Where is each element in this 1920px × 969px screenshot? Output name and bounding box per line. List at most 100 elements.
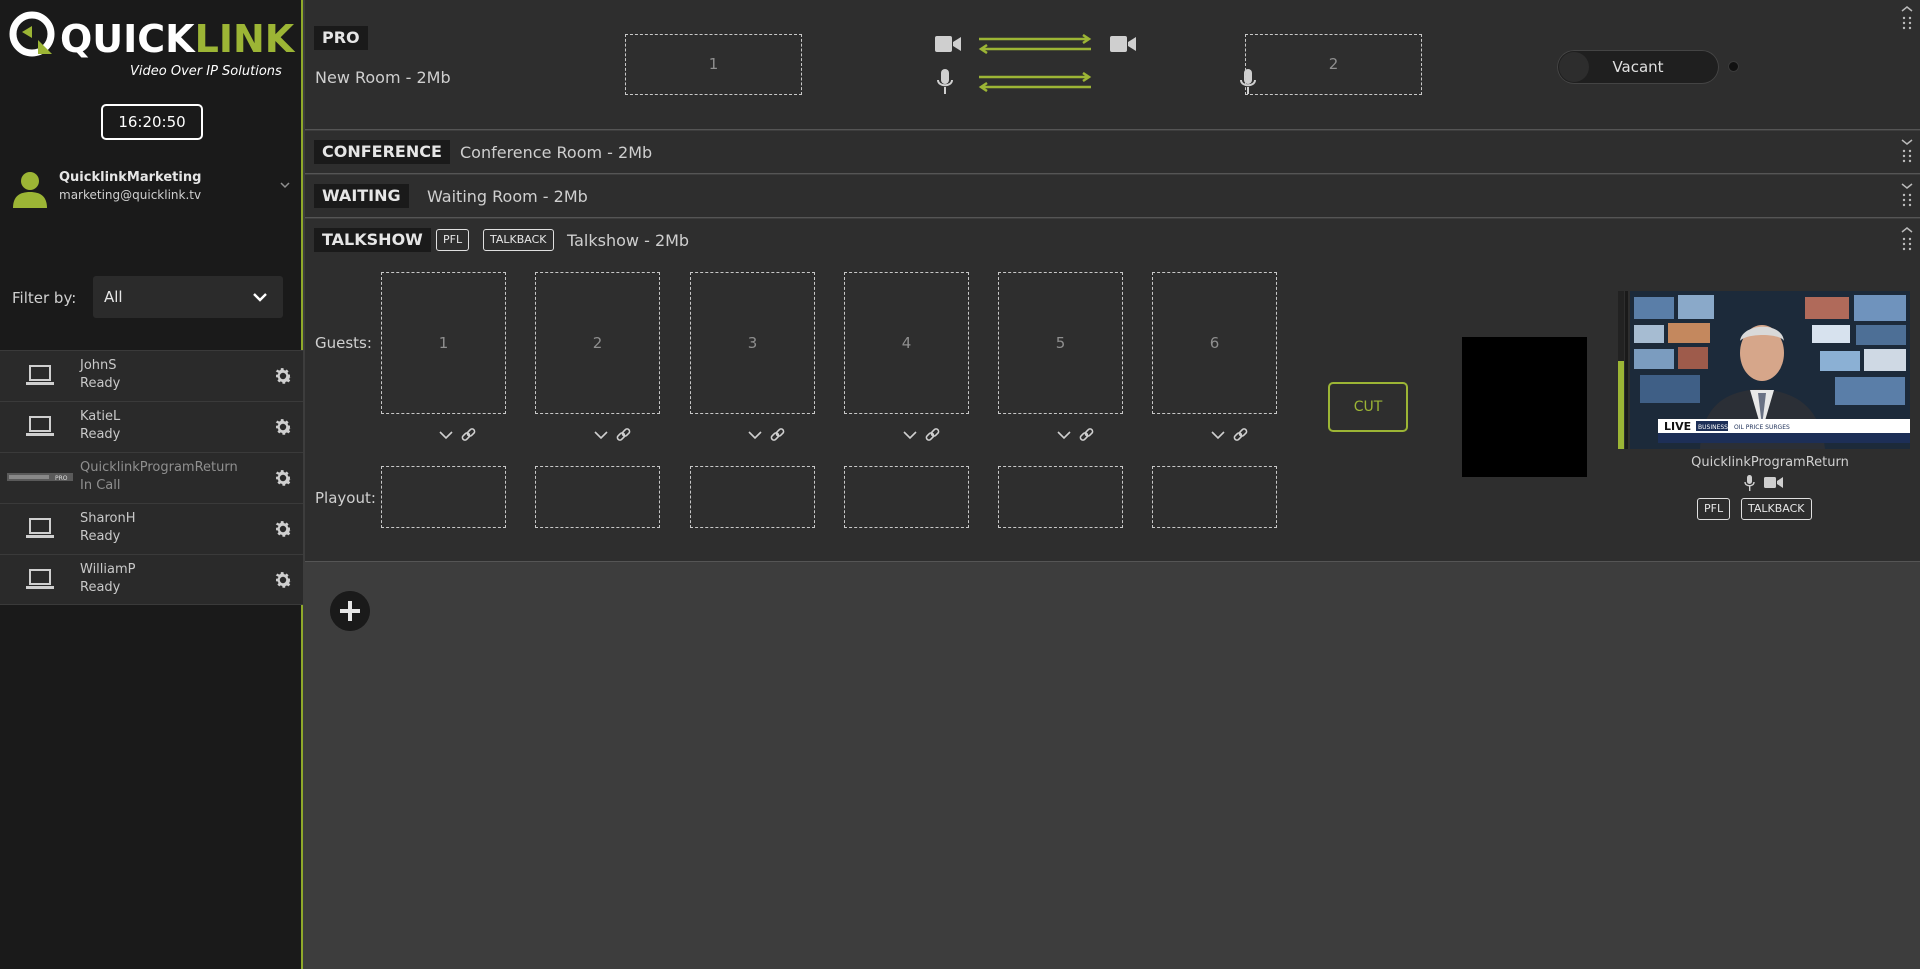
gear-icon[interactable] (272, 365, 294, 387)
program-return-video[interactable]: LIVE BUSINESS OIL PRICE SURGES (1630, 291, 1910, 449)
guest-slot-controls[interactable] (439, 427, 479, 445)
link-icon (1233, 428, 1248, 441)
preview-monitor (1462, 337, 1587, 477)
program-return-status-icons (1744, 475, 1783, 491)
sidebar: QUICKLINK Video Over IP Solutions 16:20:… (0, 0, 303, 969)
participant-name: QuicklinkProgramReturn (80, 460, 238, 475)
participant-list: JohnS Ready KatieL Ready PRO QuicklinkPr… (0, 350, 303, 605)
expand-drag-icon[interactable] (1900, 181, 1914, 209)
program-talkback-button[interactable]: TALKBACK (1741, 498, 1812, 520)
guest-slot-controls[interactable] (748, 427, 788, 445)
status-indicator (1728, 61, 1739, 72)
expand-drag-icon[interactable] (1900, 137, 1914, 165)
room-tag: WAITING (314, 184, 409, 208)
room-tag: CONFERENCE (314, 140, 450, 164)
user-avatar-icon (13, 172, 47, 208)
cut-button[interactable]: CUT (1328, 382, 1408, 432)
pro-device-icon: PRO (7, 473, 73, 482)
pfl-button[interactable]: PFL (436, 229, 470, 251)
playout-slot[interactable] (381, 466, 506, 528)
quicklink-logo: QUICKLINK Video Over IP Solutions (8, 8, 294, 79)
laptop-icon (26, 569, 54, 589)
collapse-drag-icon[interactable] (1900, 4, 1914, 32)
playout-slot[interactable] (998, 466, 1123, 528)
guest-slot-5[interactable]: 5 (998, 272, 1123, 414)
participant-row[interactable]: SharonH Ready (0, 503, 303, 554)
participant-name: SharonH (80, 511, 136, 526)
session-clock: 16:20:50 (101, 104, 203, 140)
toggle-label: Vacant (1612, 58, 1664, 76)
link-icon (616, 428, 631, 441)
guest-slot-3[interactable]: 3 (690, 272, 815, 414)
gear-icon[interactable] (272, 467, 294, 489)
quicklink-logo-mark-icon (9, 11, 55, 57)
participant-name: JohnS (80, 358, 117, 373)
participant-status: Ready (80, 427, 121, 442)
chevron-down-icon[interactable] (279, 179, 291, 191)
camera-icon (935, 36, 961, 52)
link-icon (461, 428, 476, 441)
camera-icon (1764, 477, 1783, 488)
guest-slot-2[interactable]: 2 (535, 272, 660, 414)
room-waiting[interactable]: WAITING Waiting Room - 2Mb (305, 175, 1920, 218)
chevron-down-icon (594, 431, 608, 440)
laptop-icon (26, 416, 54, 436)
collapse-drag-icon[interactable] (1900, 225, 1914, 253)
playout-slot[interactable] (844, 466, 969, 528)
playout-slot[interactable] (535, 466, 660, 528)
guest-slot-controls[interactable] (903, 427, 943, 445)
participant-status: Ready (80, 529, 121, 544)
participant-row[interactable]: JohnS Ready (0, 350, 303, 401)
room-tag: PRO (314, 26, 368, 50)
gear-icon[interactable] (272, 416, 294, 438)
playout-label: Playout: (315, 489, 376, 507)
gear-icon[interactable] (272, 569, 294, 591)
participant-row[interactable]: PRO QuicklinkProgramReturn In Call (0, 452, 303, 503)
playout-slot[interactable] (690, 466, 815, 528)
guest-slot-controls[interactable] (1211, 427, 1251, 445)
user-email: marketing@quicklink.tv (59, 188, 202, 202)
guest-slot-6[interactable]: 6 (1152, 272, 1277, 414)
pro-device-label: PRO (55, 475, 68, 482)
guest-slot-controls[interactable] (594, 427, 634, 445)
user-name: QuicklinkMarketing (59, 170, 202, 185)
filter-label: Filter by: (12, 289, 77, 307)
participant-status: In Call (80, 478, 121, 493)
room-conference[interactable]: CONFERENCE Conference Room - 2Mb (305, 131, 1920, 174)
camera-icon (1110, 36, 1136, 52)
chevron-down-icon (903, 431, 917, 440)
chevron-down-icon (748, 431, 762, 440)
participant-status: Ready (80, 376, 121, 391)
participant-name: WilliamP (80, 562, 136, 577)
program-pfl-button[interactable]: PFL (1697, 498, 1731, 520)
room-name: Talkshow - 2Mb (567, 231, 690, 250)
audio-level-meter (1618, 291, 1624, 449)
user-menu[interactable]: QuicklinkMarketing marketing@quicklink.t… (10, 166, 295, 212)
chevron-down-icon (253, 293, 267, 302)
guest-slot-4[interactable]: 4 (844, 272, 969, 414)
pro-slot-2[interactable]: 2 (1245, 34, 1422, 95)
laptop-icon (26, 518, 54, 538)
audio-link-arrows-icon (978, 72, 1092, 92)
vacant-toggle[interactable]: Vacant (1557, 50, 1719, 84)
news-ticker: OIL PRICE SURGES (1734, 424, 1790, 431)
participant-row[interactable]: KatieL Ready (0, 401, 303, 452)
microphone-icon (1744, 475, 1755, 491)
guest-slot-1[interactable]: 1 (381, 272, 506, 414)
link-icon (1079, 428, 1094, 441)
gear-icon[interactable] (272, 518, 294, 540)
participant-row[interactable]: WilliamP Ready (0, 554, 303, 605)
filter-dropdown[interactable]: All (93, 276, 283, 318)
news-anchor-video-frame: LIVE BUSINESS OIL PRICE SURGES (1630, 291, 1910, 449)
link-icon (925, 428, 940, 441)
add-room-button[interactable] (330, 591, 370, 631)
guest-slot-controls[interactable] (1057, 427, 1097, 445)
playout-slot[interactable] (1152, 466, 1277, 528)
talkback-button[interactable]: TALKBACK (483, 229, 554, 251)
pro-slot-1[interactable]: 1 (625, 34, 802, 95)
room-name: Conference Room - 2Mb (460, 143, 653, 162)
microphone-icon (937, 69, 953, 94)
chevron-down-icon (1057, 431, 1071, 440)
room-talkshow: TALKSHOW PFL TALKBACK Talkshow - 2Mb Gue… (305, 219, 1920, 562)
chevron-down-icon (1211, 431, 1225, 440)
